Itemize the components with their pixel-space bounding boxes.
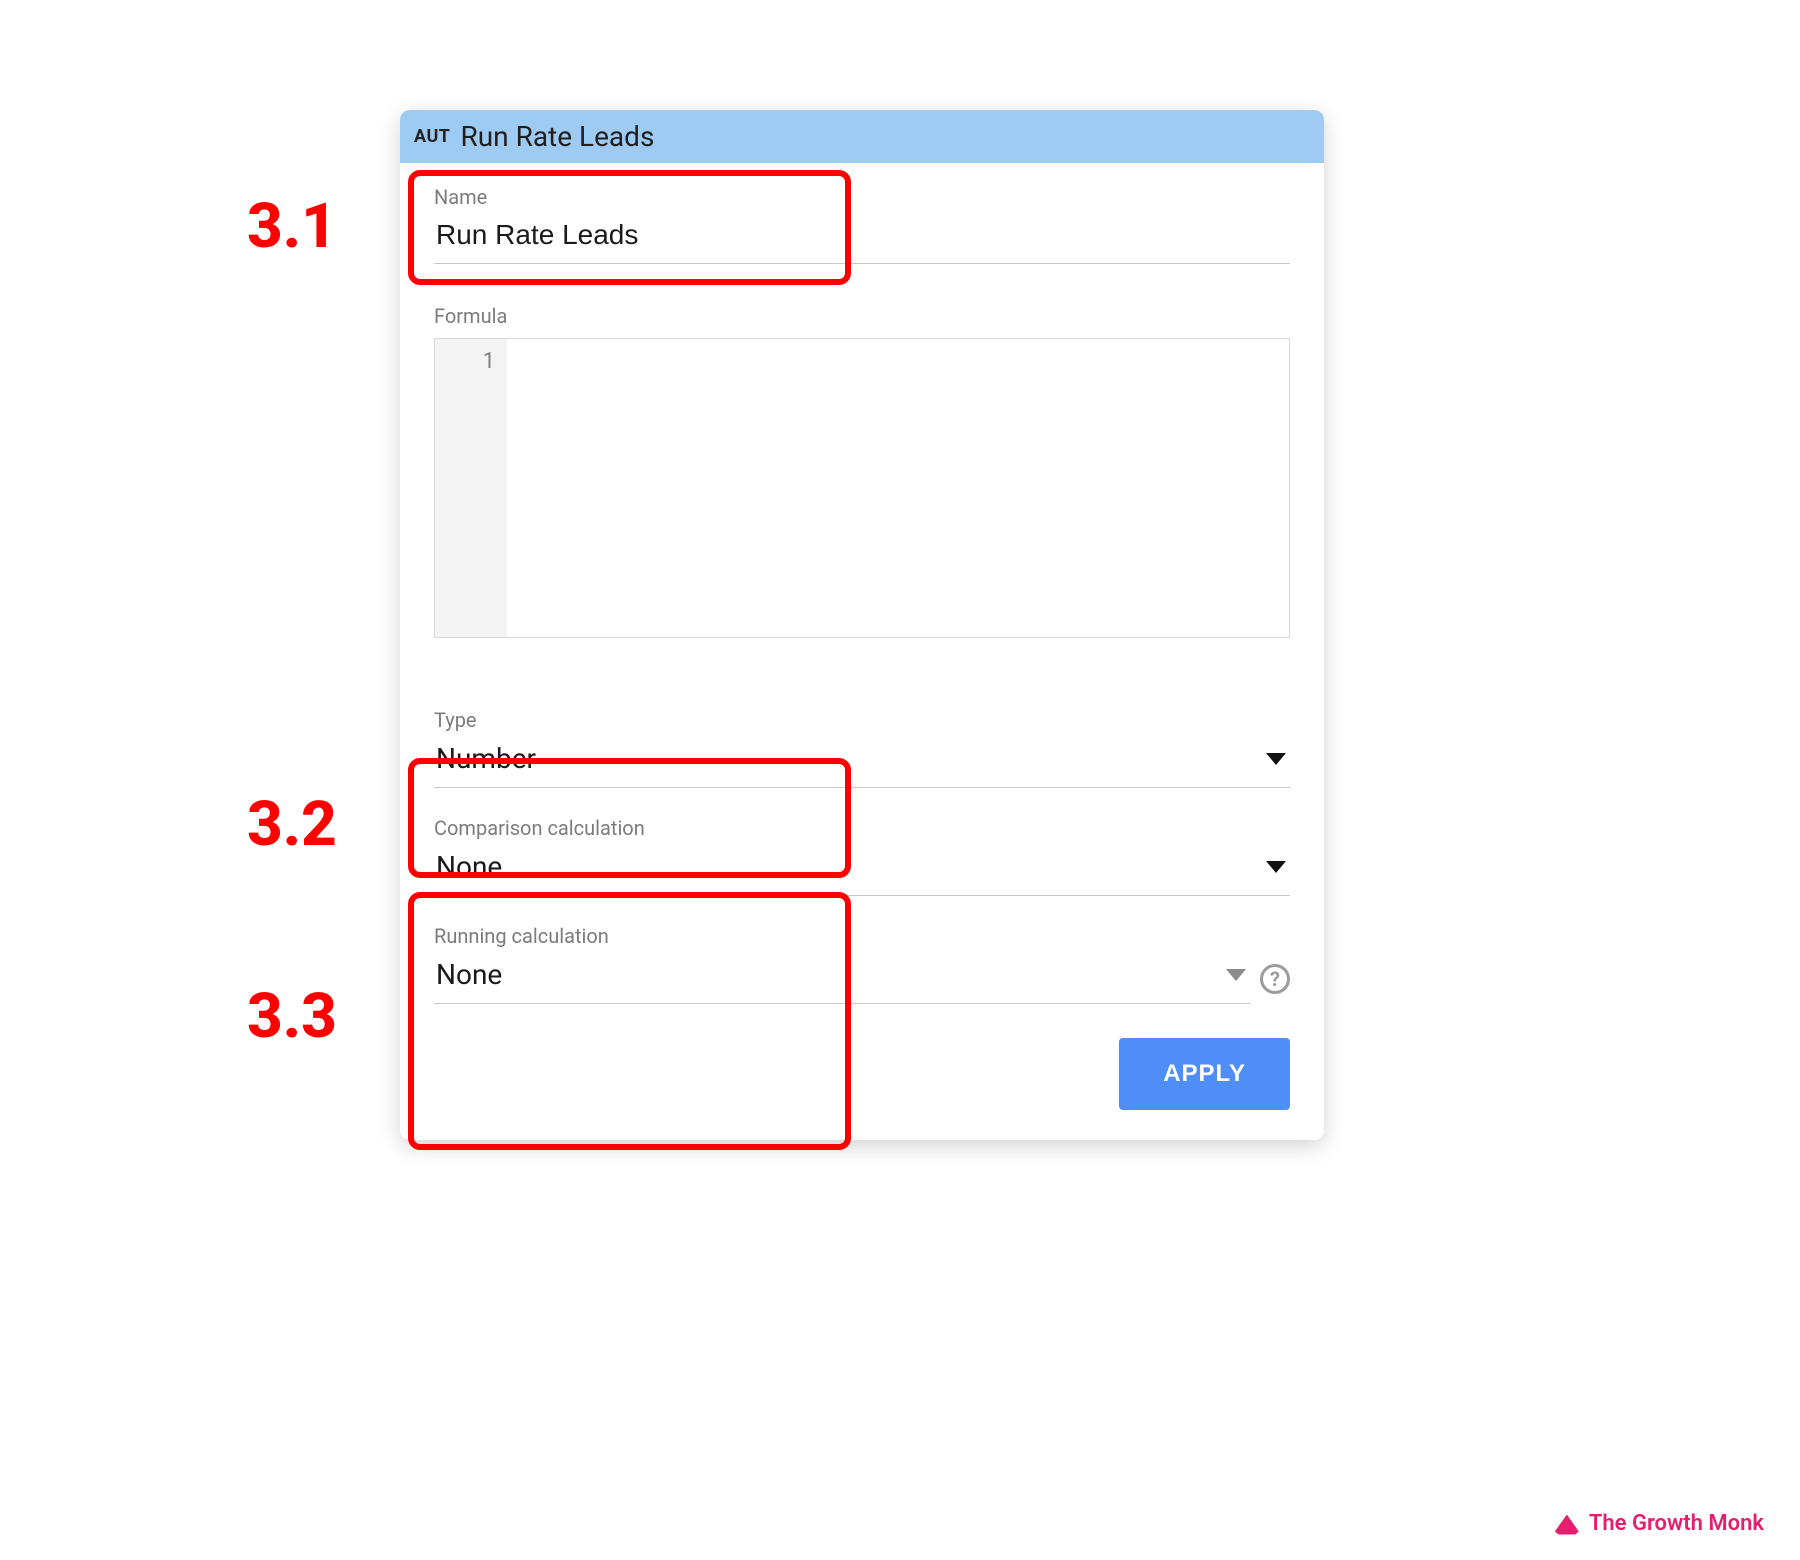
formula-field: Formula 1 <box>434 304 1290 638</box>
dialog-header: AUT Run Rate Leads <box>400 110 1324 163</box>
running-label: Running calculation <box>434 924 1290 948</box>
annotation-label-type: 3.2 <box>247 788 337 861</box>
aut-badge: AUT <box>414 126 450 147</box>
brand-footer: The Growth Monk <box>1555 1511 1764 1536</box>
annotation-label-name: 3.1 <box>247 190 337 263</box>
annotation-label-calc: 3.3 <box>247 980 337 1053</box>
formula-line-gutter: 1 <box>435 339 507 637</box>
comparison-dropdown[interactable]: None <box>434 846 1290 896</box>
type-field: Type Number <box>434 708 1290 788</box>
chevron-down-icon <box>1266 753 1286 765</box>
formula-label: Formula <box>434 304 1290 328</box>
running-value: None <box>436 958 502 991</box>
name-field: Name <box>434 185 1290 264</box>
type-dropdown[interactable]: Number <box>434 738 1290 788</box>
name-label: Name <box>434 185 1290 209</box>
type-label: Type <box>434 708 1290 732</box>
running-field: Running calculation None ? <box>434 924 1290 1004</box>
chevron-down-icon <box>1266 861 1286 873</box>
dialog-body: Name Formula 1 Type Number Comparison ca… <box>400 163 1324 1140</box>
comparison-field: Comparison calculation None <box>434 816 1290 896</box>
calculated-field-dialog: AUT Run Rate Leads Name Formula 1 Type N… <box>400 110 1324 1140</box>
running-dropdown[interactable]: None <box>434 954 1250 1004</box>
formula-editor-container: 1 <box>434 338 1290 638</box>
comparison-label: Comparison calculation <box>434 816 1290 840</box>
dialog-actions: APPLY <box>434 1038 1290 1110</box>
help-icon[interactable]: ? <box>1260 964 1290 994</box>
comparison-value: None <box>436 850 502 883</box>
name-input[interactable] <box>434 215 1290 264</box>
apply-button[interactable]: APPLY <box>1119 1038 1290 1110</box>
formula-editor[interactable] <box>507 339 1289 637</box>
chevron-down-icon <box>1226 969 1246 981</box>
type-value: Number <box>436 742 536 775</box>
brand-icon <box>1555 1515 1579 1535</box>
brand-name: The Growth Monk <box>1589 1511 1764 1536</box>
dialog-title: Run Rate Leads <box>460 120 654 153</box>
